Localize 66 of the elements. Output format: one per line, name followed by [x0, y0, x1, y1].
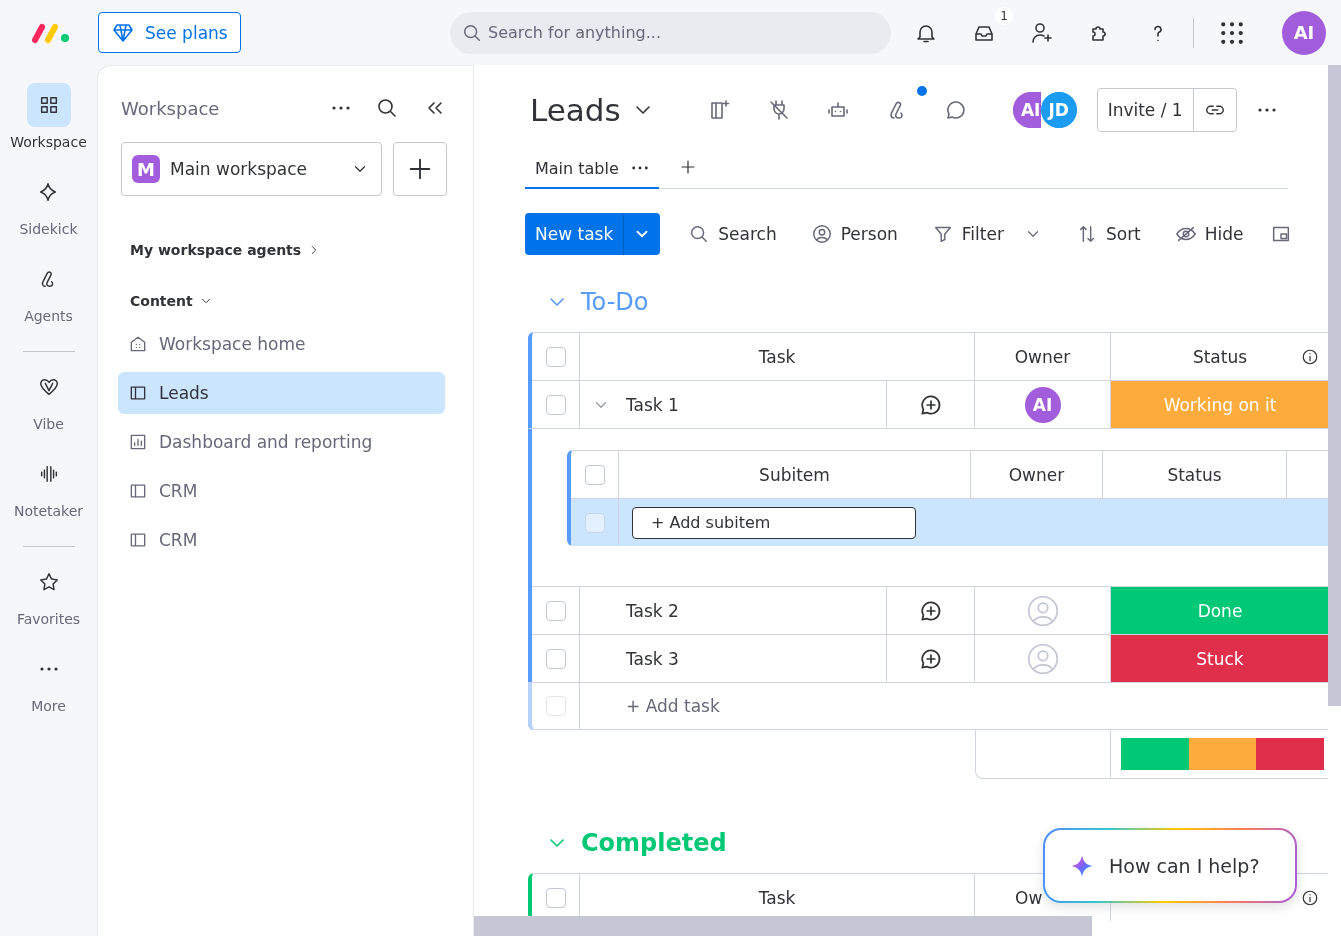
more-icon: [38, 666, 59, 672]
column-header: Task: [580, 333, 975, 380]
add-person-icon[interactable]: [1030, 20, 1054, 45]
rail-label[interactable]: Agents: [24, 306, 73, 326]
scrollbar[interactable]: [1328, 65, 1341, 706]
select-all-checkbox[interactable]: [545, 887, 566, 908]
hide-tool-button[interactable]: Hide: [1168, 216, 1250, 252]
status-cell[interactable]: Stuck: [1111, 635, 1328, 682]
rail-label[interactable]: Workspace: [10, 132, 87, 152]
assistant-prompt-text: How can I help?: [1109, 854, 1260, 877]
home-icon: [128, 334, 148, 354]
star-icon: [37, 571, 60, 593]
workspace-item[interactable]: Dashboard and reporting: [118, 421, 445, 463]
task-name[interactable]: Task 3: [626, 648, 679, 669]
section-header[interactable]: Content: [121, 287, 447, 315]
rail-grid-button[interactable]: [26, 83, 71, 127]
rail-label[interactable]: Vibe: [33, 414, 64, 434]
row-checkbox[interactable]: [584, 512, 605, 533]
task-name[interactable]: Task 1: [626, 394, 679, 415]
panel-title: Workspace: [121, 97, 221, 119]
agents-link[interactable]: My workspace agents: [121, 236, 447, 264]
person-icon: [810, 223, 833, 245]
row-checkbox[interactable]: [545, 394, 566, 415]
info-icon[interactable]: [1301, 347, 1319, 366]
workspace-name: Main workspace: [170, 159, 308, 179]
select-all-checkbox[interactable]: [545, 346, 566, 367]
add-button[interactable]: [393, 142, 447, 196]
heart-icon: [37, 376, 60, 398]
rail-label[interactable]: Sidekick: [19, 219, 78, 239]
select-all-checkbox[interactable]: [584, 464, 605, 485]
workspace-item[interactable]: Leads: [118, 372, 445, 414]
assistant-prompt[interactable]: How can I help?: [1043, 828, 1297, 903]
board-title[interactable]: Leads: [530, 92, 621, 128]
row-checkbox[interactable]: [545, 600, 566, 621]
member-avatar[interactable]: JD: [1040, 92, 1077, 128]
workspace-item[interactable]: Workspace home: [118, 323, 445, 365]
workspace-badge: M: [132, 155, 160, 183]
more-icon[interactable]: [331, 105, 351, 111]
add-subitem-field[interactable]: + Add subitem: [632, 506, 916, 539]
owner-avatar[interactable]: AI: [1024, 386, 1061, 423]
rail-label[interactable]: Notetaker: [13, 501, 84, 521]
see-plans-button[interactable]: See plans: [98, 12, 241, 53]
row-checkbox[interactable]: [545, 648, 566, 669]
scrollbar[interactable]: [474, 916, 1092, 936]
member-avatar[interactable]: AI: [1012, 92, 1041, 128]
rail-label[interactable]: Favorites: [16, 609, 81, 629]
user-avatar[interactable]: AI: [1282, 10, 1326, 55]
sort-tool-button[interactable]: Sort: [1069, 216, 1147, 252]
workspace-dropdown[interactable]: M Main workspace: [121, 142, 383, 196]
workspace-item[interactable]: CRM: [118, 519, 445, 561]
search-tool-button[interactable]: Search: [682, 216, 783, 252]
inbox-badge: 1: [995, 6, 1013, 25]
more-icon[interactable]: [1256, 107, 1277, 113]
column-header: Owner: [975, 333, 1111, 380]
info-icon[interactable]: [1301, 888, 1319, 907]
column-header: Status: [1192, 346, 1248, 367]
chart-icon: [128, 432, 148, 452]
view-tab[interactable]: Main table: [525, 159, 659, 189]
person-tool-button[interactable]: Person: [804, 216, 904, 252]
workspace-item[interactable]: CRM: [118, 470, 445, 512]
rail-label[interactable]: More: [31, 696, 66, 716]
task-name[interactable]: Task 2: [626, 600, 679, 621]
search-icon[interactable]: [375, 96, 399, 120]
invite-button[interactable]: Invite / 1: [1097, 89, 1194, 131]
search-field[interactable]: Search for anything...: [450, 11, 891, 54]
filter-tool-button[interactable]: Filter: [925, 216, 1048, 252]
